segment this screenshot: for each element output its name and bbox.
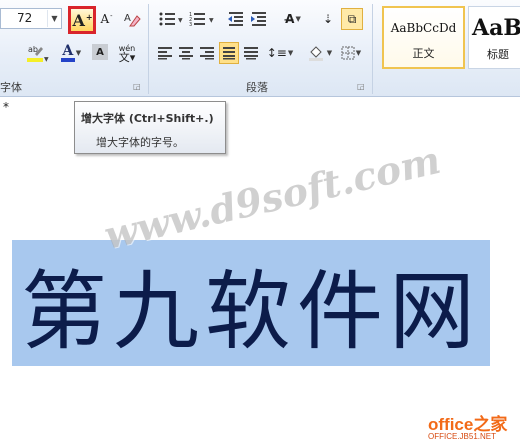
shading-button[interactable]: ▼ (305, 42, 335, 64)
sort-button[interactable]: ⇣ (319, 8, 337, 30)
style-heading[interactable]: AaB 标题 (468, 6, 520, 69)
distributed-icon (244, 47, 258, 60)
chevron-down-icon[interactable]: ▼ (47, 10, 61, 27)
justify-icon (223, 47, 235, 60)
decrease-indent-button[interactable] (225, 8, 247, 30)
font-group-label: 字体 (0, 81, 22, 94)
paragraph-group: ▼ 1 2 3 ▼ A̶ ▼ ⇣ ⧉ ↕≡ ▼ ▼ ▼ 段落 ◲ (151, 0, 369, 97)
svg-text:▼: ▼ (209, 17, 214, 24)
document-stray-character: * (3, 100, 9, 114)
font-size-value: 72 (17, 11, 33, 25)
chinese-layout-dropdown-icon: ▼ (295, 15, 301, 23)
font-dialog-launcher-icon[interactable]: ◲ (133, 82, 141, 91)
font-color-letter: A (62, 43, 74, 59)
show-formatting-marks-button[interactable]: ⧉ (341, 8, 363, 30)
distributed-button[interactable] (241, 42, 261, 64)
font-size-combobox[interactable]: 72 ▼ (0, 8, 62, 29)
align-center-icon (179, 47, 193, 60)
svg-text:▼: ▼ (178, 17, 183, 24)
svg-text:3: 3 (189, 22, 192, 27)
shrink-font-letter: A (100, 12, 110, 26)
bullets-button[interactable]: ▼ (157, 8, 187, 30)
align-left-icon (158, 47, 172, 60)
font-color-dropdown-icon: ▼ (75, 49, 82, 57)
shrink-font-sup: - (110, 12, 113, 20)
tooltip-description: 增大字体的字号。 (96, 136, 184, 149)
highlight-color-button[interactable]: ab ▼ (24, 42, 50, 64)
grow-font-tooltip: 增大字体 (Ctrl+Shift+.) 增大字体的字号。 (74, 101, 226, 154)
svg-text:▼: ▼ (44, 56, 49, 63)
grow-font-sup: + (85, 11, 93, 22)
paint-bucket-icon (308, 46, 323, 61)
font-color-icon: A (60, 43, 75, 62)
align-right-icon (200, 47, 214, 60)
increase-indent-icon (251, 12, 266, 26)
increase-indent-button[interactable] (248, 8, 270, 30)
shrink-font-icon: A- (100, 12, 113, 26)
tooltip-title: 增大字体 (Ctrl+Shift+.) (81, 112, 214, 125)
paragraph-group-label: 段落 (246, 81, 268, 94)
chinese-layout-button[interactable]: A̶ ▼ (278, 8, 308, 30)
brand-logo: office之家 OFFICE.JB51.NET (428, 410, 520, 448)
align-center-button[interactable] (176, 42, 196, 64)
font-color-button[interactable]: A ▼ (55, 42, 87, 64)
style-name: 标题 (487, 48, 509, 61)
svg-text:A: A (124, 13, 131, 24)
highlighter-icon: ab ▼ (27, 45, 49, 63)
grow-font-button[interactable]: A+ (68, 6, 96, 34)
paragraph-dialog-launcher-icon[interactable]: ◲ (357, 82, 365, 91)
style-preview: AaBbCcDd (390, 21, 457, 35)
borders-dropdown-icon: ▼ (355, 49, 362, 57)
borders-button[interactable]: ▼ (337, 42, 365, 64)
grow-font-letter: A (72, 10, 85, 30)
character-shading-icon: A (96, 46, 104, 58)
numbering-button[interactable]: 1 2 3 ▼ (188, 8, 218, 30)
border-icon (341, 46, 355, 60)
line-spacing-dropdown-icon: ▼ (287, 49, 294, 57)
align-right-button[interactable] (197, 42, 217, 64)
style-preview: AaB (472, 15, 520, 41)
shading-dropdown-icon: ▼ (326, 49, 333, 57)
brand-url: OFFICE.JB51.NET (428, 432, 497, 441)
ribbon: 72 ▼ A+ A- A ab ▼ A ▼ A wén 文▾ 字体 ◲ ▼ 1 … (0, 0, 520, 97)
phonetic-guide-icon: 文▾ (118, 51, 136, 64)
phonetic-guide-button[interactable]: wén 文▾ (112, 42, 142, 64)
shrink-font-button[interactable]: A- (98, 8, 114, 30)
group-separator (372, 4, 373, 94)
chinese-layout-icon: A̶ (285, 12, 295, 26)
line-spacing-button[interactable]: ↕≡ ▼ (265, 42, 295, 64)
clear-formatting-icon: A (124, 13, 141, 27)
style-name: 正文 (412, 47, 435, 60)
pilcrow-icon: ⧉ (347, 11, 357, 26)
character-shading-button[interactable]: A (92, 44, 108, 60)
numbering-icon: 1 2 3 ▼ (189, 12, 214, 27)
grow-font-icon: A+ (72, 10, 93, 30)
document-body-text[interactable]: 第九软件网 (12, 240, 490, 366)
clear-formatting-button[interactable]: A (121, 8, 143, 30)
line-spacing-icon: ↕≡ (266, 46, 287, 60)
sort-icon: ⇣ (322, 12, 334, 26)
decrease-indent-icon (228, 12, 243, 26)
font-group: 72 ▼ A+ A- A ab ▼ A ▼ A wén 文▾ 字体 ◲ (0, 0, 145, 97)
word-window: 72 ▼ A+ A- A ab ▼ A ▼ A wén 文▾ 字体 ◲ ▼ 1 … (0, 0, 520, 448)
group-separator (148, 4, 149, 94)
align-left-button[interactable] (155, 42, 175, 64)
bullets-icon: ▼ (159, 12, 183, 26)
justify-button[interactable] (219, 42, 239, 64)
style-normal[interactable]: AaBbCcDd 正文 (382, 6, 465, 69)
